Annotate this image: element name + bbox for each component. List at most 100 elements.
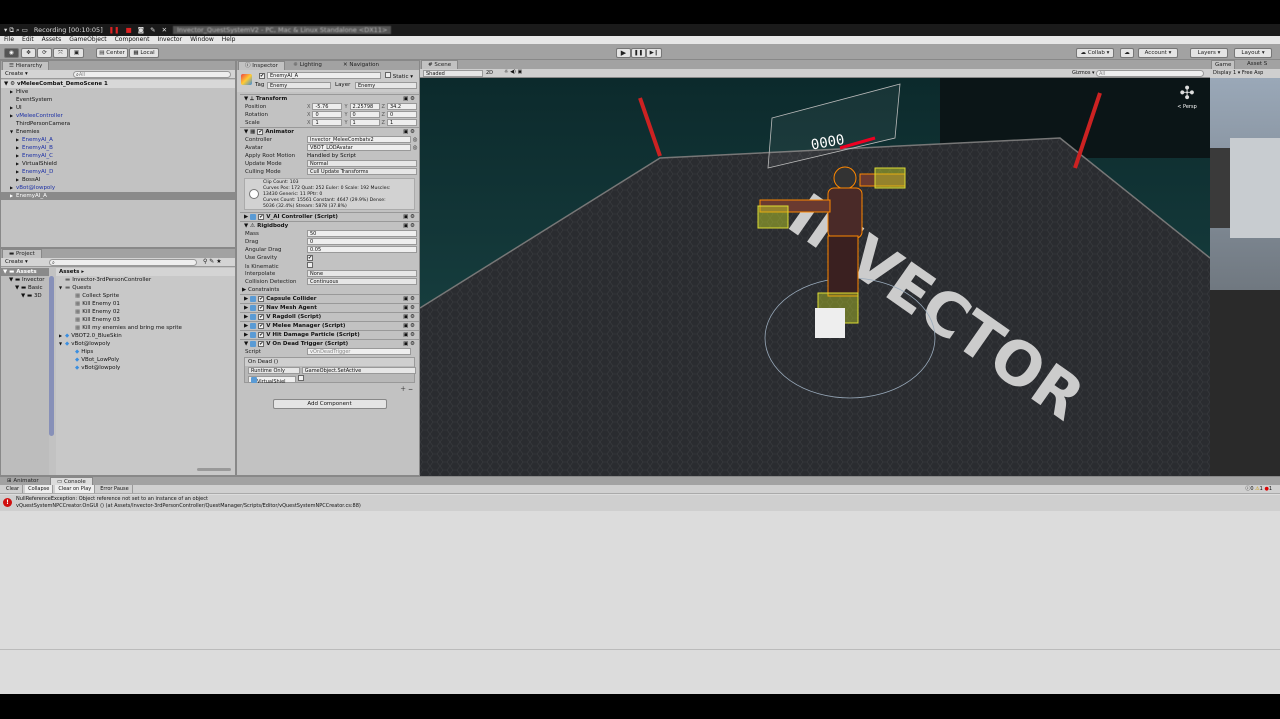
console-filters[interactable]: ⓘ0 ⚠1 ●1 [1245, 485, 1280, 493]
object-name-input[interactable]: EnemyAI_A [267, 72, 381, 79]
transform-y-input[interactable]: 1 [349, 119, 380, 126]
transform-header[interactable]: ▼ ⟂ Transform ▣ ⚙ [240, 94, 419, 103]
target-object-field[interactable]: VirtualShiel [248, 376, 296, 385]
asset-item[interactable]: ▦ Kill Enemy 01 [56, 300, 235, 308]
tab-game[interactable]: Game [1211, 60, 1236, 69]
view-gizmo[interactable]: ✣ < Persp [1170, 84, 1204, 120]
hierarchy-search-input[interactable]: ⌕All [73, 71, 231, 78]
hierarchy-item[interactable]: ▶ BossAI [1, 176, 235, 184]
tab-navigation[interactable]: ✕ Navigation [337, 61, 385, 70]
display-dropdown[interactable]: Display 1 [1210, 70, 1236, 76]
rotate-tool-icon[interactable]: ⟳ [37, 48, 52, 58]
setactive-checkbox[interactable] [297, 375, 304, 381]
asset-item[interactable]: ▬ Invector-3rdPersonController [56, 276, 235, 284]
menu-edit[interactable]: Edit [22, 36, 34, 44]
component-header[interactable]: ▶ ✔ V Melee Manager (Script) ▣ ⚙ [240, 321, 419, 330]
recorder-icons[interactable]: ▾ ⧉ ⌕ ▭ [4, 26, 28, 35]
tag-dropdown[interactable]: Enemy [267, 82, 331, 89]
layers-dropdown[interactable]: Layers ▾ [1190, 48, 1228, 58]
console-splitter[interactable] [0, 649, 1280, 650]
create-dropdown[interactable]: Create ▾ [5, 71, 28, 77]
asset-item[interactable]: ◆ vBot@lowpoly [56, 364, 235, 372]
pivot-local-button[interactable]: ▦ Local [129, 48, 159, 58]
interpolate-dropdown[interactable]: None [307, 270, 417, 277]
asset-item[interactable]: ▦ Kill my enemies and bring me sprite [56, 324, 235, 332]
console-entry[interactable]: ! NullReferenceException: Object referen… [0, 495, 1280, 511]
transform-z-input[interactable]: 0 [386, 111, 417, 118]
rigidbody-header[interactable]: ▼ ⚠ Rigidbody ▣ ⚙ [240, 221, 419, 230]
layout-dropdown[interactable]: Layout ▾ [1234, 48, 1272, 58]
menu-help[interactable]: Help [222, 36, 236, 44]
collapse-button[interactable]: Collapse [25, 485, 54, 493]
account-button[interactable]: Account ▾ [1138, 48, 1178, 58]
runtime-dropdown[interactable]: Runtime Only [248, 367, 300, 374]
pen-icon[interactable]: ✎ [150, 26, 155, 34]
project-breadcrumb[interactable]: Assets ▸ [56, 268, 235, 276]
avatar-field[interactable]: VBOT_LODAvatar [307, 144, 411, 151]
close-icon[interactable]: ✕ [162, 26, 167, 34]
menu-assets[interactable]: Assets [42, 36, 62, 44]
play-button[interactable]: ▶ [616, 48, 631, 58]
cloud-icon[interactable]: ☁ [1120, 48, 1134, 58]
camera-icon[interactable]: ◙ [138, 26, 144, 34]
component-settings-icon[interactable]: ▣ ⚙ [403, 313, 415, 322]
scene-viewport[interactable]: 0000 INVECTOR ✣ < Persp [420, 78, 1210, 476]
tab-inspector[interactable]: ⓘ Inspector [238, 61, 285, 70]
hierarchy-item[interactable]: ThirdPersonCamera [1, 120, 235, 128]
hierarchy-item[interactable]: ▶ vMeleeController [1, 112, 235, 120]
hierarchy-item[interactable]: ▶ Hive [1, 88, 235, 96]
menu-component[interactable]: Component [115, 36, 150, 44]
is-kinematic-checkbox[interactable] [307, 262, 313, 268]
pause-record-icon[interactable]: ❚❚ [109, 26, 120, 34]
tab-project[interactable]: ▬ Project [2, 249, 42, 258]
layer-dropdown[interactable]: Enemy [355, 82, 417, 89]
event-add-remove[interactable]: ＋ − [240, 384, 419, 393]
2d-toggle[interactable]: 2D [486, 70, 493, 76]
transform-y-input[interactable]: 2.25798 [349, 103, 380, 110]
hierarchy-item[interactable]: ▶ EnemyAI_C [1, 152, 235, 160]
error-pause-button[interactable]: Error Pause [97, 485, 133, 493]
rect-tool-icon[interactable]: ▣ [69, 48, 84, 58]
tab-scene[interactable]: # Scene [421, 60, 459, 69]
hierarchy-item[interactable]: ▼ Enemies [1, 128, 235, 136]
asset-item[interactable]: ▶ ◆ VBOT2.0_BlueSkin [56, 332, 235, 340]
scene-root[interactable]: ▼ ⚙ vMeleeCombat_DemoScene 1 [1, 80, 235, 88]
tree-item[interactable]: ▼ ▬ 3D [1, 292, 49, 300]
component-settings-icon[interactable]: ▣ ⚙ [403, 304, 415, 313]
mass-input[interactable]: 50 [307, 230, 417, 237]
angular-drag-input[interactable]: 0.05 [307, 246, 417, 253]
component-settings-icon[interactable]: ▣ ⚙ [403, 295, 415, 304]
collision-dropdown[interactable]: Continuous [307, 278, 417, 285]
hierarchy-item[interactable]: ▶ UI [1, 104, 235, 112]
collab-button[interactable]: ☁ Collab ▾ [1076, 48, 1114, 58]
tab-lighting[interactable]: ☼ Lighting [287, 61, 328, 70]
menu-file[interactable]: File [4, 36, 14, 44]
component-header[interactable]: ▼ ✔ V On Dead Trigger (Script) ▣ ⚙ [240, 339, 419, 348]
transform-z-input[interactable]: 1 [386, 119, 417, 126]
component-header[interactable]: ▶ ✔ Capsule Collider ▣ ⚙ [240, 294, 419, 303]
pivot-center-button[interactable]: ▤ Center [96, 48, 128, 58]
hierarchy-item[interactable]: ▶ EnemyAI_A [1, 136, 235, 144]
stop-record-icon[interactable]: ■ [126, 26, 132, 34]
tab-asset-store[interactable]: Asset S [1244, 60, 1270, 69]
static-toggle[interactable]: Static ▾ [385, 72, 413, 80]
drag-input[interactable]: 0 [307, 238, 417, 245]
step-button[interactable]: ▶❙ [646, 48, 662, 58]
component-header[interactable]: ▶ ✔ Nav Mesh Agent ▣ ⚙ [240, 303, 419, 312]
hierarchy-item[interactable]: ▶ VirtualShield [1, 160, 235, 168]
add-component-button[interactable]: Add Component [272, 399, 387, 409]
scale-tool-icon[interactable]: ⤧ [53, 48, 68, 58]
update-mode-dropdown[interactable]: Normal [307, 160, 417, 167]
menu-invector[interactable]: Invector [157, 36, 182, 44]
gizmos-dropdown[interactable]: Gizmos ▾ [1072, 70, 1095, 76]
transform-x-input[interactable]: -5.76 [312, 103, 343, 110]
tab-hierarchy[interactable]: ☰ Hierarchy [2, 61, 50, 70]
lighting-toggle-icon[interactable]: ☼ ◀) ▣ [504, 69, 522, 75]
controller-field[interactable]: Invector_MeleeCombatv2 [307, 136, 411, 143]
tree-assets[interactable]: ▼ ▬ Assets [1, 268, 49, 276]
asset-item[interactable]: ▦ Collect Sprite [56, 292, 235, 300]
transform-x-input[interactable]: 1 [312, 119, 343, 126]
component-settings-icon[interactable]: ▣ ⚙ [403, 322, 415, 331]
use-gravity-checkbox[interactable]: ✔ [307, 255, 313, 261]
asset-item[interactable]: ▼ ▬ Quests [56, 284, 235, 292]
